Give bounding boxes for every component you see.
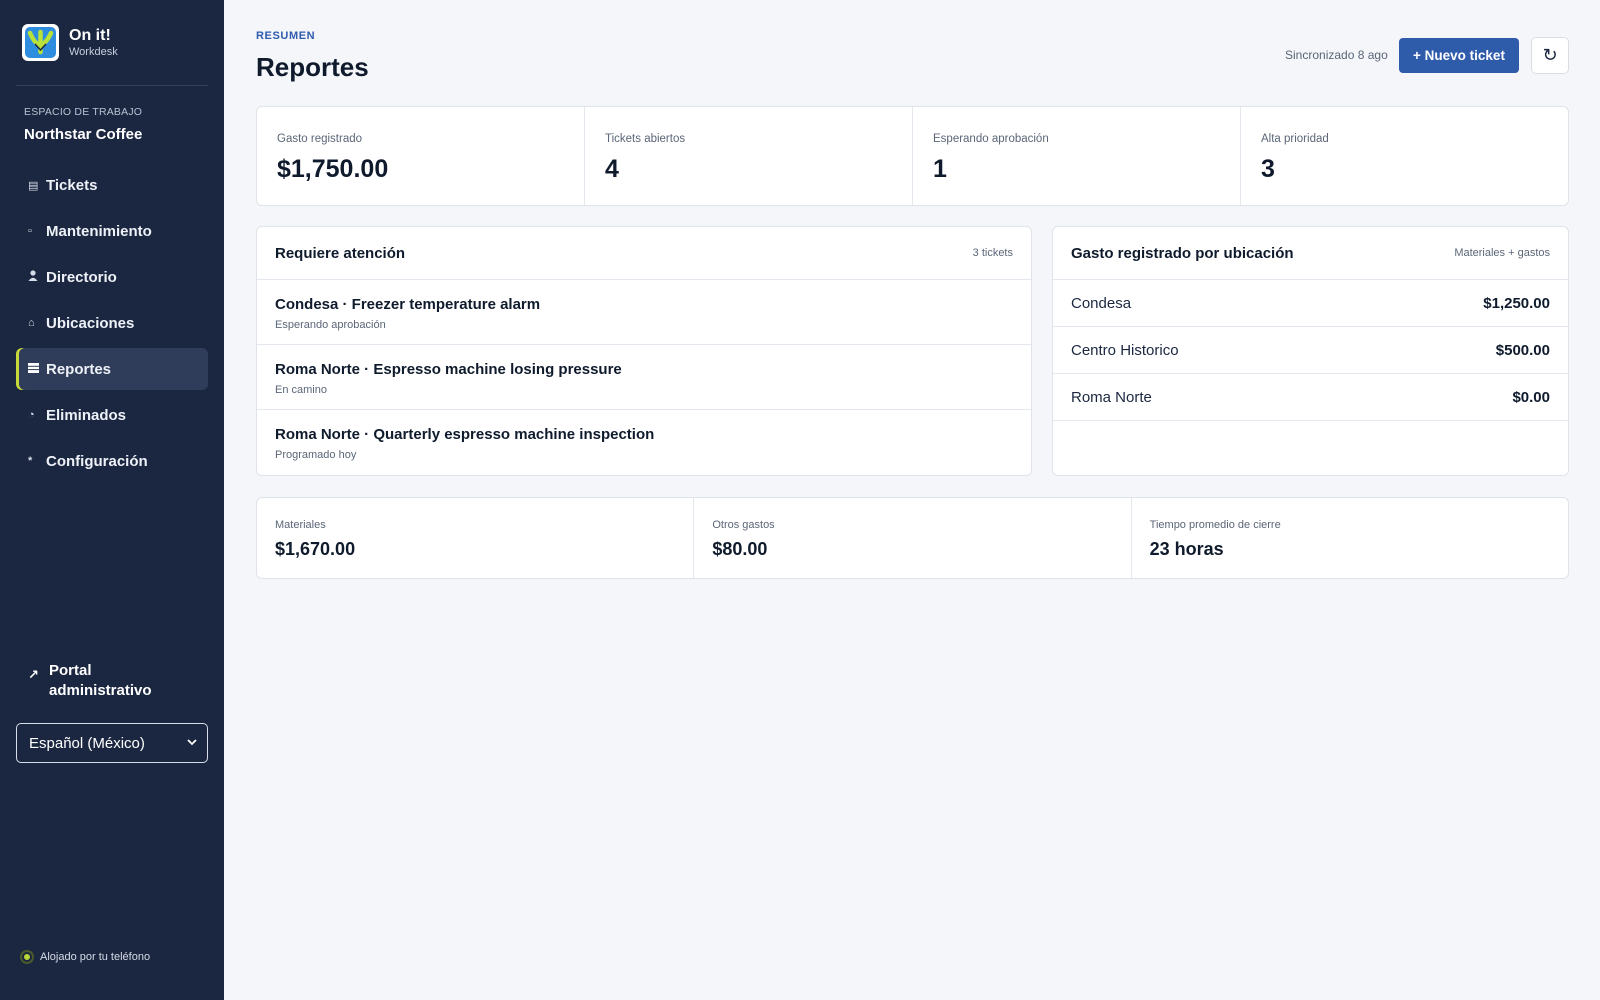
ticket-title: Roma Norte · Espresso machine losing pre… [275, 361, 622, 378]
sidebar-item-label: Reportes [46, 360, 112, 378]
list-item[interactable]: Roma Norte · Quarterly espresso machine … [257, 410, 1031, 475]
brand[interactable]: On it! Workdesk [22, 24, 118, 61]
list-item[interactable]: Roma Norte · Espresso machine losing pre… [257, 345, 1031, 410]
sidebar-item-label: Configuración [46, 452, 148, 470]
sidebar-item-reportes[interactable]: Reportes [16, 348, 208, 390]
refresh-icon: ↻ [1542, 45, 1558, 65]
app-subtitle: Workdesk [69, 46, 118, 58]
asterisk-icon: * [28, 455, 33, 467]
person-icon [28, 270, 46, 284]
location-name: Roma Norte [1071, 388, 1152, 406]
stat-value: 1 [933, 155, 947, 183]
stat-tiempo-promedio: Tiempo promedio de cierre 23 horas [1132, 498, 1568, 578]
stat-esperando-aprobacion: Esperando aprobación 1 [913, 107, 1241, 205]
sidebar-item-label: Mantenimiento [46, 222, 152, 240]
stat-label: Tickets abiertos [605, 133, 686, 145]
ticket-status: Esperando aprobación [275, 319, 386, 331]
admin-portal-label: Portal administrativo [49, 662, 152, 699]
stat-label: Materiales [275, 519, 326, 531]
attention-count: 3 tickets [972, 247, 1013, 259]
sidebar-item-directorio[interactable]: Directorio [16, 256, 208, 298]
home-icon: ⌂ [28, 317, 35, 329]
location-amount: $1,250.00 [1483, 294, 1550, 312]
spend-header: Gasto registrado por ubicación Materiale… [1053, 227, 1568, 280]
location-amount: $0.00 [1512, 388, 1550, 406]
ticket-status: Programado hoy [275, 449, 357, 461]
stat-value: $1,670.00 [275, 539, 356, 559]
attention-card: Requiere atención 3 tickets Condesa · Fr… [256, 226, 1032, 476]
spend-by-location-card: Gasto registrado por ubicación Materiale… [1052, 226, 1569, 476]
stat-value: 23 horas [1149, 539, 1224, 559]
page-kicker: RESUMEN [256, 30, 316, 42]
new-ticket-button[interactable]: + Nuevo ticket [1399, 38, 1519, 73]
ticket-title: Roma Norte · Quarterly espresso machine … [275, 426, 655, 443]
stat-label: Esperando aprobación [933, 133, 1049, 145]
stat-value: 4 [605, 155, 619, 183]
stat-alta-prioridad: Alta prioridad 3 [1241, 107, 1568, 205]
refresh-button[interactable]: ↻ [1531, 37, 1569, 74]
list-item[interactable]: Condesa · Freezer temperature alarm Espe… [257, 280, 1031, 345]
attention-header: Requiere atención 3 tickets [257, 227, 1031, 280]
admin-portal-link[interactable]: ↗ Portal administrativo [28, 661, 179, 701]
location-amount: $500.00 [1495, 341, 1550, 359]
workspace-name: Northstar Coffee [24, 126, 143, 143]
language-value: Español (México) [29, 734, 145, 752]
ticket-status: En camino [275, 384, 327, 396]
table-row: Roma Norte $0.00 [1053, 374, 1568, 421]
sidebar-item-label: Tickets [46, 176, 98, 194]
spend-meta: Materiales + gastos [1454, 247, 1550, 259]
stat-gasto-registrado: Gasto registrado $1,750.00 [257, 107, 585, 205]
sidebar-nav: ▤ Tickets ▫ Mantenimiento Directorio ⌂ U… [16, 164, 208, 486]
hosted-status: Alojado por tu teléfono [22, 951, 150, 963]
attention-title: Requiere atención [275, 244, 406, 262]
list-icon: ▤ [28, 179, 39, 192]
stat-value: $1,750.00 [277, 155, 389, 183]
spend-title: Gasto registrado por ubicación [1071, 244, 1294, 262]
chart-icon [28, 362, 46, 376]
clock-icon: ◔ [28, 409, 35, 421]
app-name: On it! [69, 27, 111, 44]
location-name: Centro Historico [1071, 341, 1179, 359]
chevron-down-icon [187, 737, 197, 749]
stat-tickets-abiertos: Tickets abiertos 4 [585, 107, 913, 205]
stat-otros-gastos: Otros gastos $80.00 [694, 498, 1132, 578]
page-title: Reportes [256, 52, 369, 82]
sidebar-divider [16, 85, 208, 86]
sidebar-item-eliminados[interactable]: ◔ Eliminados [16, 394, 208, 436]
hosted-label: Alojado por tu teléfono [40, 951, 151, 963]
stat-value: $80.00 [712, 539, 768, 559]
sidebar-item-label: Ubicaciones [46, 314, 135, 332]
stat-label: Gasto registrado [277, 133, 363, 145]
summary-stats: Gasto registrado $1,750.00 Tickets abier… [256, 106, 1569, 206]
sidebar-item-ubicaciones[interactable]: ⌂ Ubicaciones [16, 302, 208, 344]
status-dot-icon [22, 952, 32, 962]
sidebar-item-tickets[interactable]: ▤ Tickets [16, 164, 208, 206]
sidebar-item-label: Directorio [46, 268, 117, 286]
table-row: Centro Historico $500.00 [1053, 327, 1568, 374]
sync-status: Sincronizado 8 ago [1285, 48, 1388, 62]
external-link-icon: ↗ [28, 667, 39, 682]
sidebar-item-configuracion[interactable]: * Configuración [16, 440, 208, 482]
sidebar: On it! Workdesk ESPACIO DE TRABAJO North… [0, 0, 224, 1000]
square-icon: ▫ [28, 225, 32, 237]
stat-label: Otros gastos [712, 519, 775, 531]
stat-materiales: Materiales $1,670.00 [257, 498, 695, 578]
stat-value: 3 [1261, 155, 1275, 183]
table-row: Condesa $1,250.00 [1053, 280, 1568, 327]
stat-label: Alta prioridad [1261, 133, 1329, 145]
location-name: Condesa [1071, 294, 1132, 312]
stat-label: Tiempo promedio de cierre [1149, 519, 1281, 531]
workspace-label: ESPACIO DE TRABAJO [24, 106, 143, 118]
app-logo-icon [22, 24, 59, 61]
ticket-title: Condesa · Freezer temperature alarm [275, 296, 541, 313]
language-select[interactable]: Español (México) [16, 723, 208, 763]
sidebar-item-mantenimiento[interactable]: ▫ Mantenimiento [16, 210, 208, 252]
cost-breakdown: Materiales $1,670.00 Otros gastos $80.00… [256, 497, 1569, 579]
sidebar-item-label: Eliminados [46, 406, 127, 424]
